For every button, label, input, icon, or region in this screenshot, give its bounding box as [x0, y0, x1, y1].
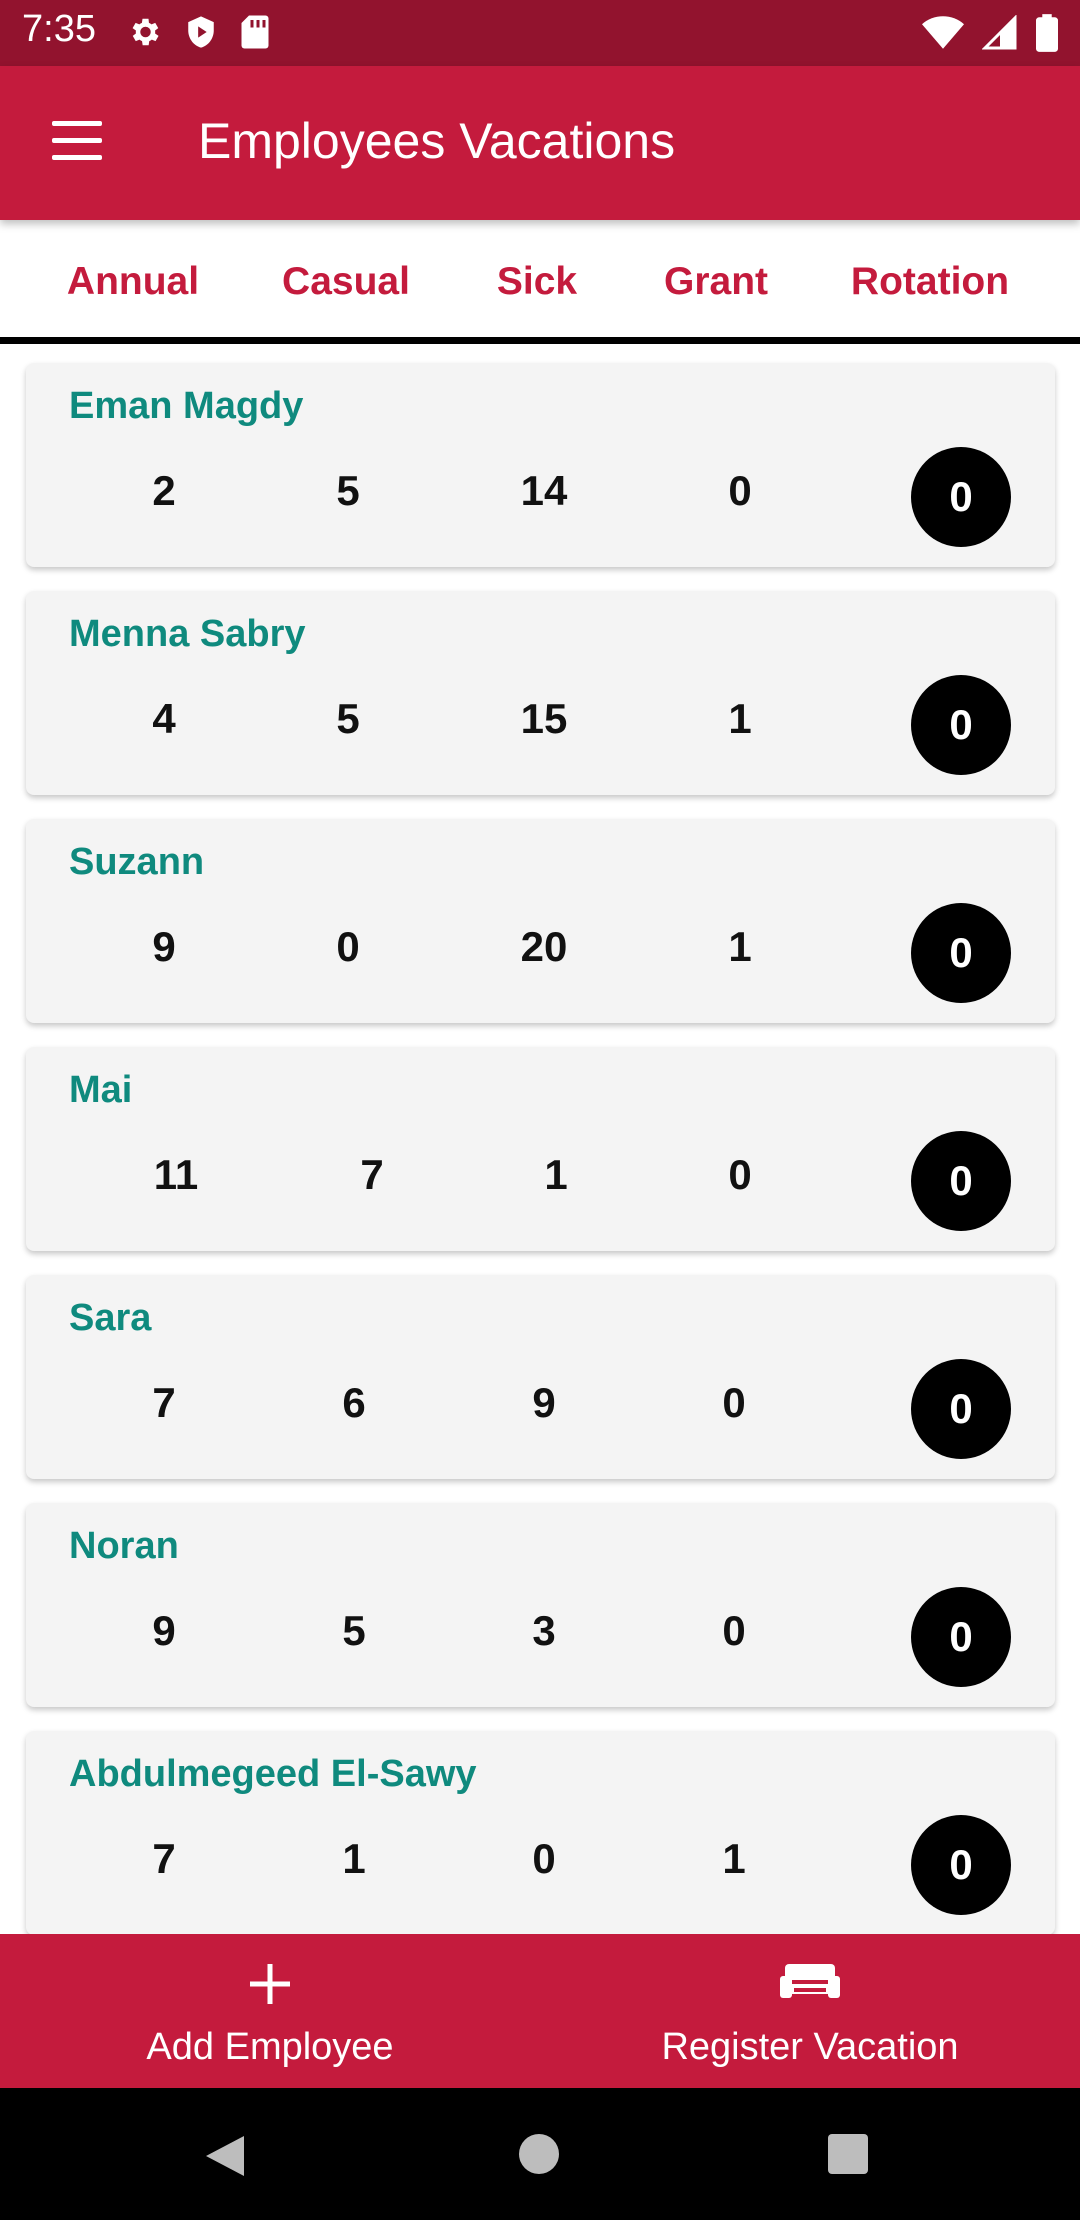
sick-count: 15	[520, 695, 568, 742]
sick-count: 1	[544, 1151, 568, 1198]
grant-count: 0	[728, 467, 752, 514]
column-tabs: Annual Casual Sick Grant Rotation	[0, 220, 1080, 344]
status-time: 7:35	[22, 8, 96, 50]
rotation-badge: 0	[911, 675, 1011, 775]
employee-name: Abdulmegeed El-Sawy	[69, 1753, 477, 1795]
employee-card[interactable]: Mai 11 7 1 0 0	[26, 1047, 1055, 1251]
employee-card[interactable]: Suzann 9 0 20 1 0	[26, 819, 1055, 1023]
annual-count: 9	[152, 1607, 176, 1654]
casual-count: 5	[336, 695, 360, 742]
employee-list[interactable]: Eman Magdy 2 5 14 0 0 Menna Sabry 4 5 15…	[0, 344, 1080, 1934]
status-left-icons	[126, 14, 270, 50]
casual-count: 5	[336, 467, 360, 514]
recents-icon[interactable]	[828, 2134, 868, 2174]
employee-card[interactable]: Noran 9 5 3 0 0	[26, 1503, 1055, 1707]
grant-count: 0	[722, 1379, 746, 1426]
system-nav-bar	[0, 2088, 1080, 2220]
casual-count: 6	[342, 1379, 366, 1426]
wifi-icon	[922, 15, 964, 51]
employee-name: Eman Magdy	[69, 385, 304, 427]
employee-name: Menna Sabry	[69, 613, 306, 655]
grant-count: 1	[728, 695, 752, 742]
annual-count: 11	[153, 1151, 199, 1198]
app-root: 7:35 Employees Vacations Annual Casual S…	[0, 0, 1080, 2220]
grant-count: 0	[728, 1151, 752, 1198]
page-title: Employees Vacations	[198, 113, 676, 169]
sick-count: 14	[520, 467, 568, 514]
tab-casual[interactable]: Casual	[282, 260, 410, 304]
register-vacation-button[interactable]: Register Vacation	[540, 1934, 1080, 2088]
grant-count: 1	[722, 1835, 746, 1882]
casual-count: 7	[360, 1151, 384, 1198]
employee-name: Sara	[69, 1297, 152, 1339]
employee-card[interactable]: Sara 7 6 9 0 0	[26, 1275, 1055, 1479]
rotation-badge: 0	[911, 1131, 1011, 1231]
battery-icon	[1036, 14, 1058, 52]
status-bar: 7:35	[0, 0, 1080, 66]
rotation-badge: 0	[911, 903, 1011, 1003]
menu-icon[interactable]	[38, 111, 118, 175]
sick-count: 3	[532, 1607, 556, 1654]
tab-sick[interactable]: Sick	[497, 260, 577, 304]
tab-grant[interactable]: Grant	[664, 260, 768, 304]
rotation-badge: 0	[911, 1587, 1011, 1687]
sd-card-icon	[240, 14, 270, 50]
rotation-badge: 0	[911, 447, 1011, 547]
casual-count: 1	[342, 1835, 366, 1882]
shield-icon	[184, 14, 218, 50]
status-right-icons	[922, 14, 1058, 52]
plus-icon	[248, 1962, 292, 2011]
employee-name: Mai	[69, 1069, 133, 1111]
employee-name: Noran	[69, 1525, 179, 1567]
rotation-badge: 0	[911, 1815, 1011, 1915]
sofa-icon	[779, 1962, 841, 2007]
employee-card[interactable]: Abdulmegeed El-Sawy 7 1 0 1 0	[26, 1731, 1055, 1934]
app-bar: Employees Vacations	[0, 66, 1080, 220]
sick-count: 20	[520, 923, 568, 970]
casual-count: 0	[336, 923, 360, 970]
annual-count: 4	[152, 695, 176, 742]
add-employee-label: Add Employee	[146, 2026, 394, 2068]
tab-annual[interactable]: Annual	[67, 260, 199, 304]
back-icon[interactable]	[204, 2134, 246, 2183]
signal-icon	[982, 15, 1018, 51]
annual-count: 2	[152, 467, 176, 514]
sick-count: 9	[532, 1379, 556, 1426]
add-employee-button[interactable]: Add Employee	[0, 1934, 540, 2088]
home-icon[interactable]	[519, 2134, 559, 2174]
tab-rotation[interactable]: Rotation	[851, 260, 1009, 304]
rotation-badge: 0	[911, 1359, 1011, 1459]
grant-count: 1	[728, 923, 752, 970]
gear-icon	[126, 14, 162, 50]
employee-name: Suzann	[69, 841, 205, 883]
annual-count: 9	[152, 923, 176, 970]
register-vacation-label: Register Vacation	[661, 2026, 959, 2068]
bottom-action-bar: Add Employee Register Vacation	[0, 1934, 1080, 2088]
employee-card[interactable]: Menna Sabry 4 5 15 1 0	[26, 591, 1055, 795]
grant-count: 0	[722, 1607, 746, 1654]
sick-count: 0	[532, 1835, 556, 1882]
employee-card[interactable]: Eman Magdy 2 5 14 0 0	[26, 363, 1055, 567]
annual-count: 7	[152, 1379, 176, 1426]
casual-count: 5	[342, 1607, 366, 1654]
annual-count: 7	[152, 1835, 176, 1882]
